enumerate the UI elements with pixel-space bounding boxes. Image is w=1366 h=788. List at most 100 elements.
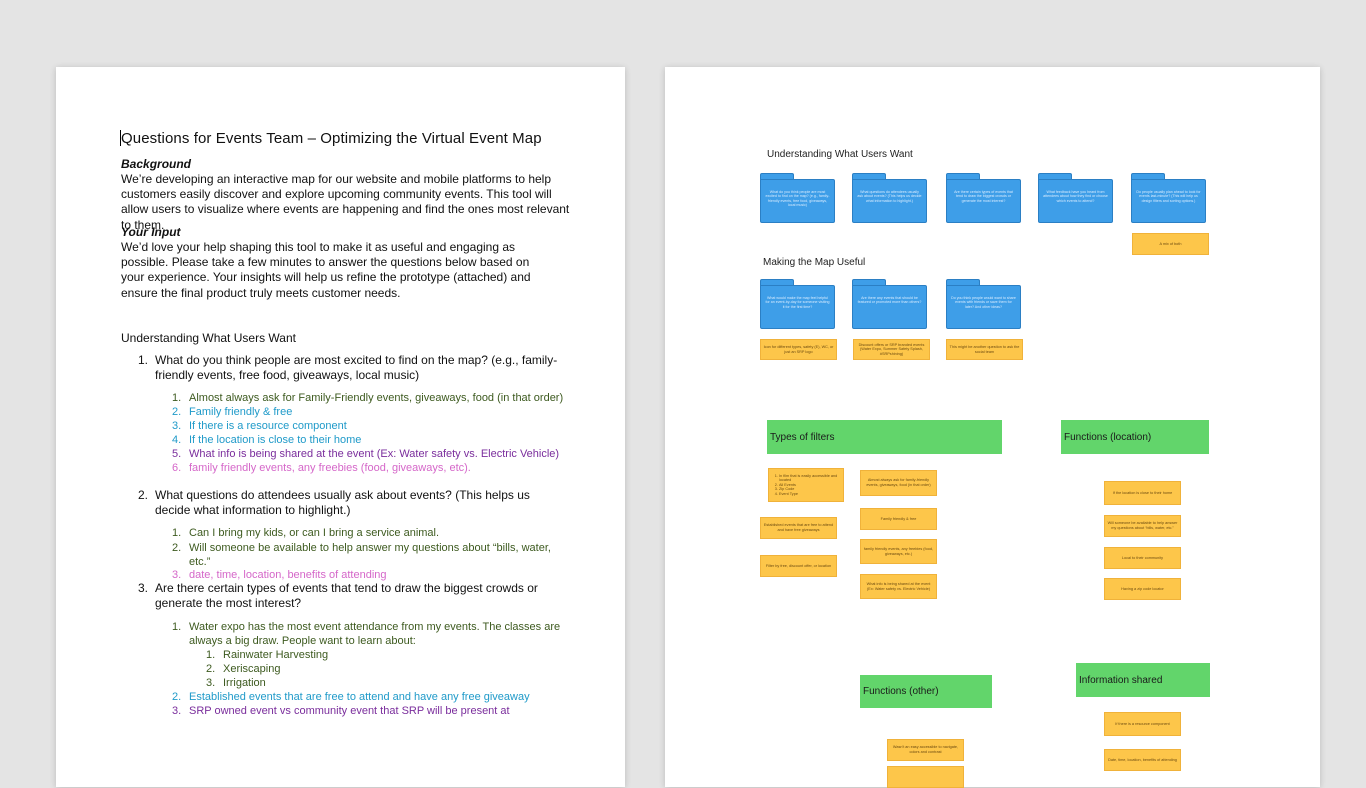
answer-item: 2. Family friendly & free <box>172 405 572 419</box>
answer-text: Can I bring my kids, or can I bring a se… <box>189 527 440 539</box>
sub-item-number: 2. <box>206 663 216 675</box>
answer-number: 2. <box>172 542 182 554</box>
folder-card-text: What would make the map feel helpful for… <box>760 285 835 329</box>
answer-text: date, time, location, benefits of attend… <box>189 569 387 581</box>
folder-card[interactable]: What would make the map feel helpful for… <box>760 279 837 331</box>
answer-item: 2. Will someone be available to help ans… <box>172 541 552 569</box>
whiteboard-page: Understanding What Users Want What do yo… <box>665 67 1320 788</box>
folder-card[interactable]: Do you think people would want to share … <box>946 279 1023 331</box>
answer-item: 2. Established events that are free to a… <box>172 690 572 704</box>
answer-text: SRP owned event vs community event that … <box>189 705 510 717</box>
document-title: Questions for Events Team – Optimizing t… <box>121 130 542 147</box>
sub-item: 3. Irrigation <box>206 676 266 690</box>
sticky-note[interactable]: Wasn't an easy accessible to navigate, c… <box>887 739 964 761</box>
answer-text: If the location is close to their home <box>189 434 362 446</box>
answer-text: If there is a resource component <box>189 420 347 432</box>
sub-item-text: Rainwater Harvesting <box>223 649 329 661</box>
answer-item: 3. SRP owned event vs community event th… <box>172 704 572 718</box>
answer-number: 3. <box>172 705 182 717</box>
sub-item: 2. Xeriscaping <box>206 662 280 676</box>
question-text: Are there certain types of events that t… <box>155 581 538 610</box>
filter-item: Event Type <box>779 492 841 497</box>
sticky-note[interactable] <box>887 766 964 788</box>
sticky-note[interactable]: family friendly events, any freebies (fo… <box>860 539 937 564</box>
answer-item: 1. Water expo has the most event attenda… <box>172 620 562 648</box>
sticky-note[interactable]: Family friendly & free <box>860 508 937 530</box>
answer-item: 3. date, time, location, benefits of att… <box>172 568 572 582</box>
folder-card-text: What feedback have you heard from attend… <box>1038 179 1113 223</box>
answer-number: 5. <box>172 448 182 460</box>
background-paragraph: We’re developing an interactive map for … <box>121 172 570 232</box>
folder-card[interactable]: What do you think people are most excite… <box>760 173 837 225</box>
sticky-note[interactable]: Filter by free, discount offer, or locat… <box>760 555 837 577</box>
answer-number: 2. <box>172 406 182 418</box>
folder-card[interactable]: Are there any events that should be feat… <box>852 279 929 331</box>
answer-item: 3. If there is a resource component <box>172 419 572 433</box>
sticky-note[interactable]: Having a zip code locator <box>1104 578 1181 600</box>
folder-card-text: Do people usually plan ahead to look for… <box>1131 179 1206 223</box>
answer-item: 5. What info is being shared at the even… <box>172 447 572 461</box>
folder-card[interactable]: What questions do attendees usually ask … <box>852 173 929 225</box>
question-text: What do you think people are most excite… <box>155 353 558 382</box>
location-header[interactable]: Functions (location) <box>1061 420 1209 454</box>
sticky-note[interactable]: If there is a resource component <box>1104 712 1181 736</box>
background-heading: Background <box>121 157 192 171</box>
folder-card-text: Are there any events that should be feat… <box>852 285 927 329</box>
sub-item-text: Xeriscaping <box>223 663 281 675</box>
question-item: 3. Are there certain types of events tha… <box>138 581 538 611</box>
question-text: What questions do attendees usually ask … <box>155 488 530 517</box>
answer-item: 6. family friendly events, any freebies … <box>172 461 572 475</box>
sub-item-number: 1. <box>206 649 216 661</box>
folder-card-text: Are there certain types of events that t… <box>946 179 1021 223</box>
answer-text: Established events that are free to atte… <box>189 691 530 703</box>
board-section-title: Making the Map Useful <box>763 257 866 268</box>
sticky-note[interactable]: Almost always ask for family-friendly ev… <box>860 470 937 496</box>
sticky-note[interactable]: Will someone be available to help answer… <box>1104 515 1181 537</box>
sticky-note[interactable]: This might be another question to ask th… <box>946 339 1023 360</box>
folder-card-text: What questions do attendees usually ask … <box>852 179 927 223</box>
question-item: 2. What questions do attendees usually a… <box>138 488 558 518</box>
answer-number: 4. <box>172 434 182 446</box>
question-item: 1. What do you think people are most exc… <box>138 353 558 383</box>
answer-number: 3. <box>172 569 182 581</box>
sticky-note[interactable]: What info is being shared at the event (… <box>860 574 937 599</box>
answer-text: Family friendly & free <box>189 406 293 418</box>
board-section-title: Understanding What Users Want <box>767 149 913 160</box>
folder-card-text: What do you think people are most excite… <box>760 179 835 223</box>
sticky-note[interactable]: Established events that are free to atte… <box>760 517 837 539</box>
filter-item: In film that is easily accessible and lo… <box>779 474 841 483</box>
sticky-note[interactable]: Local to their community <box>1104 547 1181 569</box>
folder-card[interactable]: Do people usually plan ahead to look for… <box>1131 173 1208 225</box>
sub-item: 1. Rainwater Harvesting <box>206 648 328 662</box>
section-title: Understanding What Users Want <box>121 331 296 345</box>
sticky-note[interactable]: Icon for different types, safety (E), WC… <box>760 339 837 360</box>
answer-number: 3. <box>172 420 182 432</box>
question-number: 2. <box>138 488 149 502</box>
answer-item: 4. If the location is close to their hom… <box>172 433 572 447</box>
answer-number: 2. <box>172 691 182 703</box>
document-page: Questions for Events Team – Optimizing t… <box>56 67 625 787</box>
sticky-note[interactable]: Discount offers or SRP branded events (W… <box>853 339 930 360</box>
sticky-note[interactable]: If the location is close to their home <box>1104 481 1181 505</box>
answer-item: 1. Almost always ask for Family-Friendly… <box>172 391 572 405</box>
other-header[interactable]: Functions (other) <box>860 675 992 708</box>
sub-item-number: 3. <box>206 677 216 689</box>
filters-list-note[interactable]: In film that is easily accessible and lo… <box>768 468 844 502</box>
answer-number: 1. <box>172 527 182 539</box>
answer-text: family friendly events, any freebies (fo… <box>189 462 471 474</box>
folder-card-text: Do you think people would want to share … <box>946 285 1021 329</box>
input-heading: Your Input <box>121 225 181 239</box>
info-header[interactable]: Information shared <box>1076 663 1210 697</box>
folder-card[interactable]: Are there certain types of events that t… <box>946 173 1023 225</box>
filters-header[interactable]: Types of filters <box>767 420 1002 454</box>
question-number: 1. <box>138 353 149 367</box>
answer-text: Will someone be available to help answer… <box>189 542 551 568</box>
answer-item: 1. Can I bring my kids, or can I bring a… <box>172 526 572 540</box>
answer-text: Almost always ask for Family-Friendly ev… <box>189 392 564 404</box>
answer-number: 6. <box>172 462 182 474</box>
folder-card[interactable]: What feedback have you heard from attend… <box>1038 173 1115 225</box>
sticky-note[interactable]: A mix of both <box>1132 233 1209 255</box>
question-number: 3. <box>138 581 149 595</box>
answer-text: Water expo has the most event attendance… <box>189 621 561 647</box>
answer-number: 1. <box>172 621 182 633</box>
